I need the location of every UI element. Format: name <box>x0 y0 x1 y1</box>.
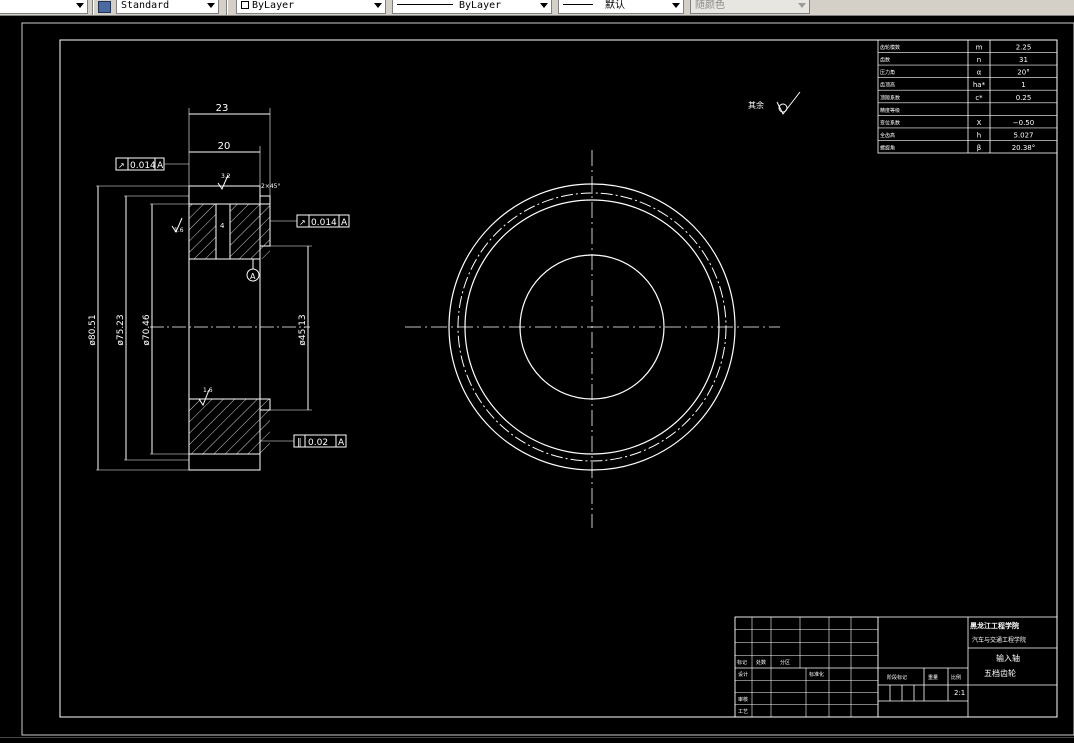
param-symbol: n <box>977 56 981 64</box>
linetype-value: ByLayer <box>459 0 502 11</box>
param-symbol: α <box>977 69 982 77</box>
toolbar-separator <box>226 0 228 15</box>
title-block <box>734 616 1058 718</box>
tol-value-left: 0.014 <box>130 161 156 171</box>
param-name: 螺旋角 <box>880 145 895 152</box>
param-name: 压力角 <box>880 69 895 76</box>
rough-text-left: 1.6 <box>174 227 184 234</box>
scale-label: 比例 <box>951 674 961 681</box>
stage-label: 阶段标记 <box>887 674 907 681</box>
linetype-sample-icon <box>397 4 453 5</box>
review-label: 审核 <box>738 696 748 703</box>
chevron-down-icon[interactable] <box>540 3 548 8</box>
zone-label: 分区 <box>780 659 790 666</box>
param-name: 齿顶高 <box>880 82 895 89</box>
scale-value: 2:1 <box>954 689 965 697</box>
other-surfaces-label: 其余 <box>748 100 764 110</box>
rough-text-top: 3.2 <box>221 173 231 180</box>
lineweight-dropdown[interactable]: 默认 <box>558 0 684 14</box>
dim-text-bore: ø45.13 <box>298 314 308 345</box>
tol-datum-right: A <box>341 218 348 228</box>
tol-value-bottom: 0.02 <box>308 438 328 448</box>
title-block-grid <box>734 616 879 718</box>
param-value: 0.25 <box>1016 94 1032 102</box>
param-name: 变位系数 <box>880 119 900 126</box>
param-symbol: ha* <box>973 81 986 89</box>
param-name: 齿轮模数 <box>880 44 900 51</box>
param-value: 31 <box>1019 56 1028 64</box>
drawing-frame <box>59 39 1058 718</box>
dim-text-pitch: ø75.23 <box>116 314 126 345</box>
color-dropdown[interactable]: ByLayer <box>236 0 386 14</box>
chevron-down-icon[interactable] <box>76 3 84 8</box>
school-name: 黑龙江工程学院 <box>970 621 1019 630</box>
param-value: 20.38° <box>1012 144 1036 152</box>
dim-text-outer: ø80.51 <box>88 314 98 345</box>
param-symbol: h <box>977 131 981 139</box>
param-value: 5.027 <box>1013 131 1033 139</box>
param-rows: 齿轮模数 m 2.25 齿数 n 31 压力角 α 20° 齿顶高 ha* 1 顶隙系数 c* 0.25 精度… <box>878 40 1057 153</box>
chevron-down-icon[interactable] <box>374 3 382 8</box>
tol-datum-bottom: A <box>338 438 345 448</box>
dim-text-23: 23 <box>216 103 229 114</box>
front-view <box>405 150 780 528</box>
keyway <box>215 203 231 260</box>
toolbar-separator <box>92 0 94 15</box>
param-name: 精度等级 <box>880 107 900 114</box>
lineweight-value: 默认 <box>605 0 625 11</box>
param-name: 齿数 <box>880 57 890 64</box>
param-symbol: X <box>977 119 982 127</box>
dim-text-root: ø70.46 <box>142 314 152 346</box>
command-line[interactable] <box>0 737 1074 743</box>
chevron-down-icon[interactable] <box>207 3 215 8</box>
color-value: ByLayer <box>252 0 295 11</box>
plotstyle-dropdown: 随颜色 <box>690 0 810 14</box>
properties-toolbar: Standard ByLayer ByLayer 默认 随颜色 <box>0 0 1074 16</box>
text-style-icon[interactable] <box>98 1 111 13</box>
tol-datum-left: A <box>157 161 164 171</box>
part-name: 输入轴 <box>996 653 1020 663</box>
mark-label: 标记 <box>737 659 747 666</box>
standard-label: 标准化 <box>809 671 824 678</box>
drawing-canvas[interactable]: 23 20 ø80.51 ø75.23 ø70.46 ø45.13 2×45° … <box>0 16 1074 737</box>
dimstyle-dropdown[interactable] <box>0 0 88 14</box>
process-label: 工艺 <box>738 709 748 715</box>
textstyle-value: Standard <box>121 0 170 11</box>
tol-symbol-left-icon: ↗ <box>118 161 125 170</box>
tol-symbol-right-icon: ↗ <box>299 218 306 227</box>
param-value: 1 <box>1021 81 1025 89</box>
param-name: 全齿高 <box>880 132 895 139</box>
chevron-down-icon <box>798 3 806 8</box>
param-symbol: c* <box>975 94 983 102</box>
plotstyle-value: 随颜色 <box>695 0 725 11</box>
dim-text-keyway: 4 <box>220 222 225 230</box>
linetype-dropdown[interactable]: ByLayer <box>392 0 552 14</box>
dim-text-20: 20 <box>218 141 231 152</box>
color-swatch-icon <box>241 1 249 9</box>
lower-hatch <box>189 399 270 454</box>
chevron-down-icon[interactable] <box>672 3 680 8</box>
param-value: −0.50 <box>1013 119 1034 127</box>
count-label: 处数 <box>756 659 766 666</box>
param-value: 2.25 <box>1016 44 1032 52</box>
param-symbol: m <box>976 44 983 52</box>
design-label: 设计 <box>738 671 748 678</box>
part-name-2: 五档齿轮 <box>984 668 1016 678</box>
dept-name: 汽车与交通工程学院 <box>972 636 1026 644</box>
param-value: 20° <box>1017 69 1029 77</box>
param-symbol: β <box>977 144 981 152</box>
rough-text-bottom: 1.6 <box>203 387 213 394</box>
lineweight-sample-icon <box>563 4 593 5</box>
dim-text-chamfer: 2×45° <box>261 183 280 190</box>
sheet-border <box>21 22 1074 736</box>
param-name: 顶隙系数 <box>880 94 900 101</box>
weight-label: 重量 <box>928 674 938 681</box>
tol-symbol-bottom-icon: ∥ <box>297 438 302 448</box>
other-surfaces-roughness-icon <box>776 91 801 115</box>
datum-letter: A <box>250 272 256 281</box>
tol-value-right: 0.014 <box>311 218 337 228</box>
textstyle-dropdown[interactable]: Standard <box>116 0 219 14</box>
